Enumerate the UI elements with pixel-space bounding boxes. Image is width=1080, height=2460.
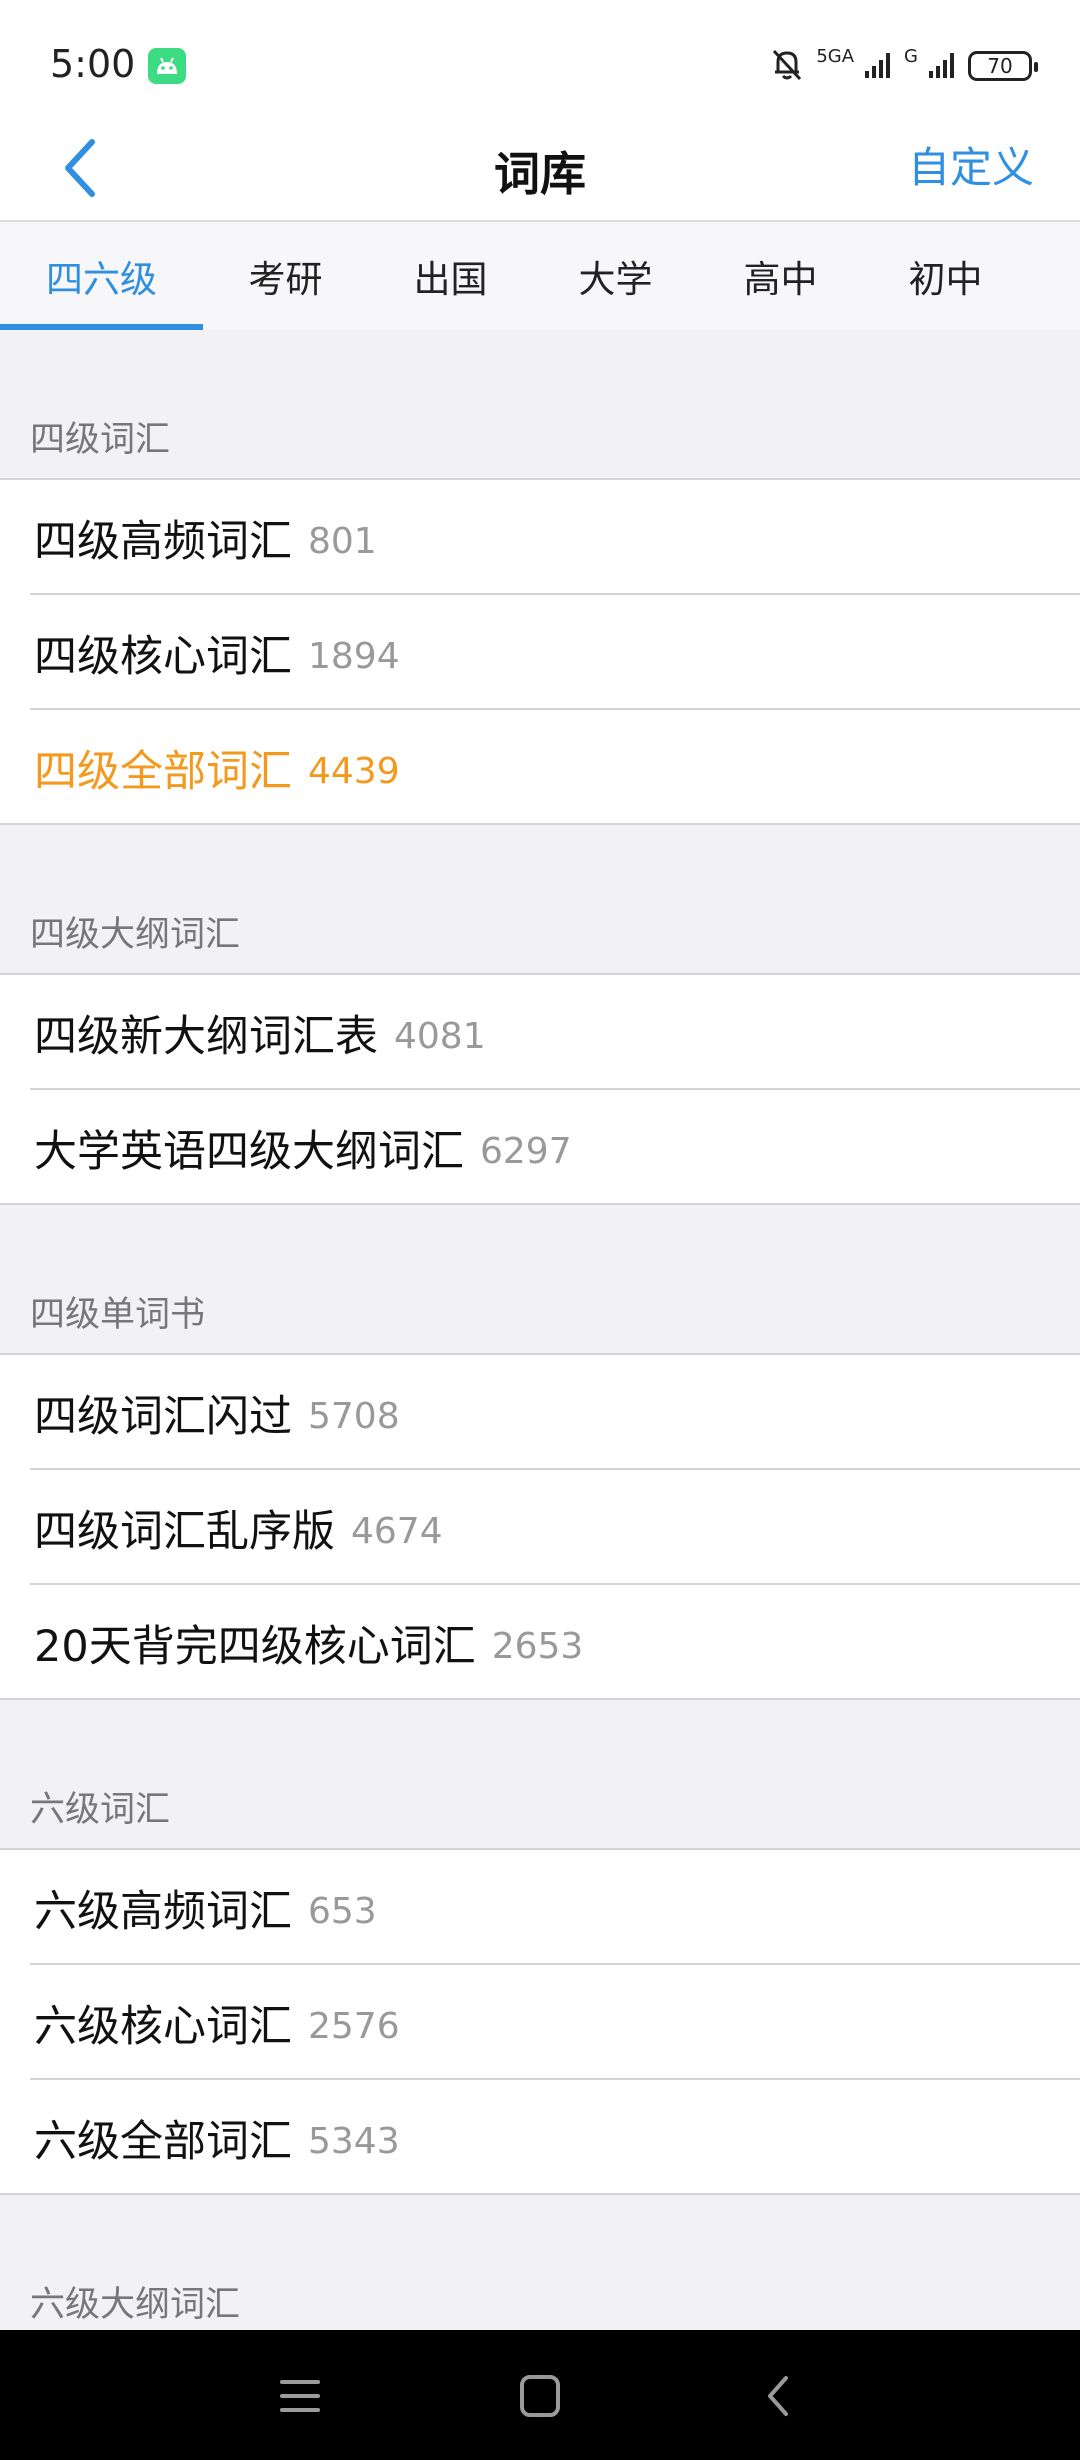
word-book-name: 四级核心词汇 — [34, 631, 292, 682]
word-count: 5708 — [308, 1396, 400, 1437]
word-book-name: 大学英语四级大纲词汇 — [34, 1126, 464, 1177]
word-count: 2576 — [308, 2006, 400, 2047]
word-book-name: 四级新大纲词汇表 — [34, 1011, 378, 1062]
tab-middle-school[interactable]: 初中 — [863, 222, 1028, 330]
word-book-name: 四级词汇闪过 — [34, 1391, 292, 1442]
section-header: 四级大纲词汇 — [0, 825, 1080, 975]
list-item[interactable]: 四级词汇闪过 5708 — [0, 1355, 1080, 1470]
word-book-name: 六级全部词汇 — [34, 2116, 292, 2167]
word-count: 4439 — [308, 751, 400, 792]
tab-kaoyan[interactable]: 考研 — [203, 222, 368, 330]
list-item[interactable]: 20天背完四级核心词汇 2653 — [0, 1585, 1080, 1700]
word-count: 5343 — [308, 2121, 400, 2162]
list-item[interactable]: 六级全部词汇 5343 — [0, 2080, 1080, 2195]
menu-button[interactable] — [270, 2368, 330, 2424]
android-app-icon — [148, 48, 186, 84]
bell-muted-icon — [768, 45, 806, 87]
status-bar: 5:00 5GA G 70 — [0, 0, 1080, 120]
word-book-name: 六级核心词汇 — [34, 2001, 292, 2052]
list-item[interactable]: 四级词汇乱序版 4674 — [0, 1470, 1080, 1585]
status-time: 5:00 — [50, 42, 136, 86]
battery-icon: 70 — [968, 51, 1038, 81]
word-count: 653 — [308, 1891, 377, 1932]
word-book-name: 20天背完四级核心词汇 — [34, 1621, 476, 1672]
tab-abroad[interactable]: 出国 — [368, 222, 533, 330]
list-item[interactable]: 四级新大纲词汇表 4081 — [0, 975, 1080, 1090]
system-back-button[interactable] — [750, 2368, 810, 2424]
status-indicators: 5GA G 70 — [768, 45, 1038, 87]
section-header: 四级词汇 — [0, 330, 1080, 480]
custom-button[interactable]: 自定义 — [908, 134, 1034, 195]
word-count: 6297 — [480, 1131, 572, 1172]
word-book-name: 四级高频词汇 — [34, 516, 292, 567]
tab-cet46[interactable]: 四六级 — [0, 222, 203, 330]
list-item[interactable]: 四级核心词汇 1894 — [0, 595, 1080, 710]
word-book-name: 六级高频词汇 — [34, 1886, 292, 1937]
word-count: 2653 — [491, 1626, 584, 1667]
back-chevron-icon — [768, 2376, 788, 2416]
word-book-name: 四级全部词汇 — [34, 746, 292, 797]
home-button[interactable] — [510, 2368, 570, 2424]
section-header: 四级单词书 — [0, 1205, 1080, 1355]
category-tabs: 四六级 考研 出国 大学 高中 初中 — [0, 222, 1080, 330]
network-type-g: G — [904, 46, 918, 67]
list-item[interactable]: 大学英语四级大纲词汇 6297 — [0, 1090, 1080, 1205]
signal-icon — [864, 49, 894, 83]
home-square-icon — [520, 2375, 560, 2417]
tab-high-school[interactable]: 高中 — [698, 222, 863, 330]
section-header: 六级词汇 — [0, 1700, 1080, 1850]
word-count: 4674 — [351, 1511, 443, 1552]
list-item[interactable]: 四级高频词汇 801 — [0, 480, 1080, 595]
network-type-5ga: 5GA — [816, 46, 855, 67]
list-item-selected[interactable]: 四级全部词汇 4439 — [0, 710, 1080, 825]
word-book-name: 四级词汇乱序版 — [34, 1506, 335, 1557]
battery-level: 70 — [987, 54, 1013, 78]
word-count: 4081 — [394, 1016, 486, 1057]
menu-icon — [280, 2380, 320, 2412]
system-nav-bar — [0, 2330, 1080, 2460]
list-item[interactable]: 六级高频词汇 653 — [0, 1850, 1080, 1965]
list-item[interactable]: 六级核心词汇 2576 — [0, 1965, 1080, 2080]
section-header: 六级大纲词汇 — [0, 2195, 1080, 2345]
signal-icon — [928, 49, 958, 83]
header-bar: 词库 自定义 — [0, 120, 1080, 222]
word-count: 801 — [308, 521, 377, 562]
word-book-list: 四级词汇 四级高频词汇 801 四级核心词汇 1894 四级全部词汇 4439 … — [0, 330, 1080, 2345]
tab-university[interactable]: 大学 — [533, 222, 698, 330]
word-count: 1894 — [308, 636, 400, 677]
